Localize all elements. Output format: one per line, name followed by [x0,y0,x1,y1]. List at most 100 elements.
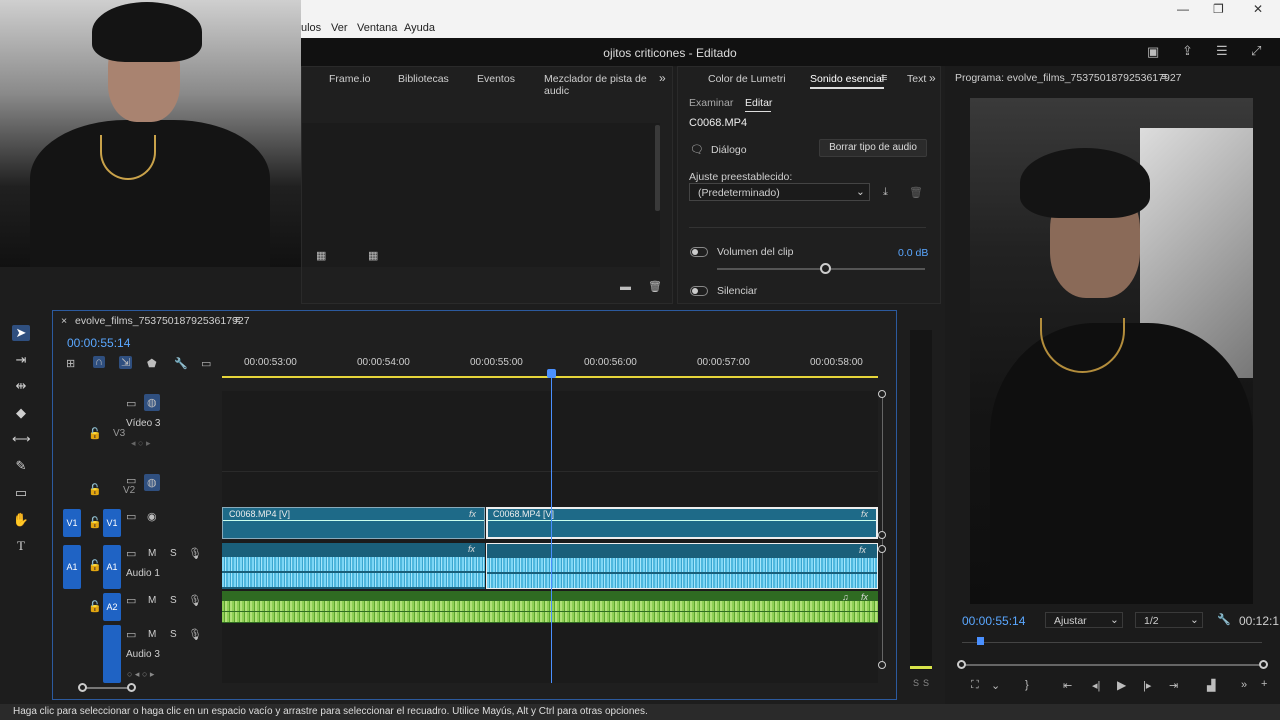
fit-dropdown[interactable]: Ajustar ⌄ [1045,612,1123,628]
play-icon[interactable]: ▶ [1117,678,1126,692]
source-patch-a1[interactable]: A1 [63,545,81,589]
linked-selection-icon[interactable]: ⇲ [119,356,133,369]
microphone-icon[interactable]: 🎙 [188,594,202,607]
lock-icon[interactable]: 🔓 [88,427,102,440]
keyframe-nav-icon[interactable]: ○ ◂ ○ ▸ [127,669,154,680]
track-select-icon[interactable]: ⇥ [12,352,30,368]
share-icon[interactable]: ⇪ [1182,43,1193,59]
video-clip[interactable]: C0068.MP4 [V] fx [222,507,485,539]
menu-icon[interactable]: ☰ [1216,43,1228,59]
tab-frameio[interactable]: Frame.io [329,73,370,85]
vzoom-handle[interactable] [878,531,886,539]
add-marker-icon[interactable]: ⛶ [971,679,979,692]
microphone-icon[interactable]: 🎙 [188,547,202,560]
track-name[interactable]: Audio 3 [126,649,160,660]
solo-button[interactable]: S [170,629,177,640]
calendar-alt-icon[interactable]: ▦ [368,249,378,262]
toggle-sync-icon[interactable]: ▭ [126,547,136,560]
lift-icon[interactable]: ▟ [1207,679,1215,692]
track-target-a2[interactable]: A2 [103,593,121,621]
fullscreen-icon[interactable]: ⤢ [1251,43,1261,59]
track-lanes[interactable]: C0068.MP4 [V] fx C0068.MP4 [V] fx fx fx … [222,391,878,683]
chevron-down-icon[interactable]: ⌄ [991,679,1000,692]
step-forward-icon[interactable]: |▸ [1143,679,1151,692]
toggle-sync-icon[interactable]: ▭ [126,397,136,410]
menu-item-titulos[interactable]: ulos [301,22,321,34]
clip-volume-toggle[interactable] [690,247,708,257]
hand-tool-icon[interactable]: ✋ [12,512,30,528]
menu-item-ventana[interactable]: Ventana [357,22,397,34]
hzoom-handle-left[interactable] [78,683,87,692]
zoom-handle-left[interactable] [957,660,966,669]
add-marker-icon[interactable]: ⬟ [147,357,157,370]
tab-bibliotecas[interactable]: Bibliotecas [398,73,449,85]
close-icon[interactable]: × [61,315,67,327]
captions-icon[interactable]: ▭ [201,357,211,370]
source-patch-v1[interactable]: V1 [63,509,81,537]
timeline-timecode[interactable]: 00:00:55:14 [67,336,130,350]
opacity-line[interactable] [223,520,484,521]
meter-solo-left[interactable]: S [913,678,919,688]
resolution-dropdown[interactable]: 1/2 ⌄ [1135,612,1203,628]
tab-text[interactable]: Text [907,73,926,85]
track-target-v1[interactable]: V1 [103,509,121,537]
eye-icon[interactable]: ◉ [147,510,157,523]
restore-icon[interactable]: ❐ [1213,2,1224,16]
mute-button[interactable]: M [148,629,156,640]
mute-button[interactable]: M [148,595,156,606]
meter-solo-right[interactable]: S [923,678,929,688]
step-back-icon[interactable]: ◂| [1092,679,1100,692]
mark-out-icon[interactable]: } [1025,679,1029,691]
tab-lumetri[interactable]: Color de Lumetri [708,73,786,85]
vzoom-handle[interactable] [878,390,886,398]
audio-clip[interactable]: fx [222,543,485,589]
type-tool-icon[interactable]: T [12,538,30,554]
panel-overflow-icon[interactable]: » [929,71,936,85]
subtab-editar[interactable]: Editar [745,97,772,109]
vertical-zoom-bar[interactable] [882,393,883,665]
calendar-icon[interactable]: ▦ [316,249,326,262]
solo-button[interactable]: S [170,595,177,606]
tab-eventos[interactable]: Eventos [477,73,515,85]
horizontal-zoom-bar[interactable] [83,687,133,689]
hzoom-handle-right[interactable] [127,683,136,692]
trash-icon[interactable]: 🗑 [648,280,662,293]
microphone-icon[interactable]: 🎙 [188,628,202,641]
menu-item-ayuda[interactable]: Ayuda [404,22,435,34]
wrench-icon[interactable]: 🔧 [1217,613,1231,626]
lock-icon[interactable]: 🔓 [88,559,102,572]
snap-icon[interactable]: ∩ [93,356,105,368]
settings-wrench-icon[interactable]: 🔧 [174,357,188,370]
vzoom-handle[interactable] [878,661,886,669]
slip-tool-icon[interactable]: ⟷ [12,431,31,447]
clip-volume-value[interactable]: 0.0 dB [898,247,928,259]
program-zoom-bar[interactable] [962,664,1264,666]
keyframe-nav-icon[interactable]: ◂ ○ ▸ [131,438,150,449]
save-preset-icon[interactable]: ⤓ [883,186,888,199]
minimize-icon[interactable]: — [1177,2,1189,16]
program-playhead[interactable] [977,637,984,645]
clip-volume-slider-knob[interactable] [820,263,832,274]
playhead-handle[interactable] [547,369,557,378]
pen-tool-icon[interactable]: ✎ [12,458,30,474]
overflow-icon[interactable]: » [1241,679,1247,691]
track-target-a1[interactable]: A1 [103,545,121,589]
zoom-handle-right[interactable] [1259,660,1268,669]
panel-overflow-icon[interactable]: » [659,71,666,85]
delete-preset-icon[interactable]: 🗑 [909,186,923,199]
lock-icon[interactable]: 🔓 [88,483,102,496]
program-timecode[interactable]: 00:00:55:14 [962,614,1025,628]
toggle-sync-icon[interactable]: ▭ [126,594,136,607]
selection-tool-icon[interactable]: ➤ [12,325,30,341]
program-ruler[interactable] [962,642,1262,643]
razor-tool-icon[interactable]: ◆ [12,405,30,421]
eye-hidden-icon[interactable]: ◍ [144,474,160,491]
go-to-in-icon[interactable]: ⇤ [1063,679,1072,692]
program-menu-icon[interactable]: ≡ [1161,71,1167,83]
subtab-examinar[interactable]: Examinar [689,97,733,109]
nest-icon[interactable]: ⊞ [66,357,75,370]
lock-icon[interactable]: 🔓 [88,516,102,529]
tab-sonido-esencial[interactable]: Sonido esencial [810,73,884,85]
workspace-icon[interactable]: ▣ [1147,44,1159,60]
vzoom-handle[interactable] [878,545,886,553]
